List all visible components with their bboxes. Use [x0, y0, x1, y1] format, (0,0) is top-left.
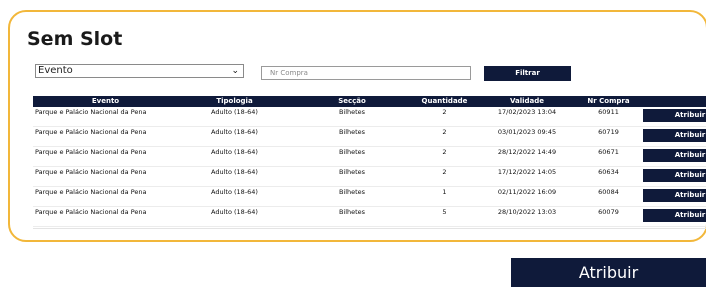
cell-action: Atribuir	[639, 126, 706, 147]
cell-tipologia: Adulto (18-64)	[178, 186, 291, 207]
cell-tipologia: Adulto (18-64)	[178, 146, 291, 167]
cell-seccao: Bilhetes	[291, 107, 413, 127]
cell-validade: 17/02/2023 13:04	[476, 107, 578, 127]
cell-evento: Parque e Palácio Nacional da Pena	[33, 186, 178, 207]
nr-compra-placeholder: Nr Compra	[270, 69, 308, 77]
cell-evento: Parque e Palácio Nacional da Pena	[33, 146, 178, 167]
cell-action: Atribuir	[639, 186, 706, 207]
atribuir-button[interactable]: Atribuir	[643, 149, 706, 162]
table-row: Parque e Palácio Nacional da Pena Adulto…	[33, 126, 706, 147]
atribuir-button[interactable]: Atribuir	[643, 209, 706, 222]
table-row: Parque e Palácio Nacional da Pena Adulto…	[33, 186, 706, 207]
col-header-tipologia: Tipologia	[178, 96, 291, 107]
col-header-evento: Evento	[33, 96, 178, 107]
cell-evento: Parque e Palácio Nacional da Pena	[33, 166, 178, 187]
atribuir-main-button[interactable]: Atribuir	[511, 258, 706, 287]
cell-evento: Parque e Palácio Nacional da Pena	[33, 107, 178, 127]
atribuir-button[interactable]: Atribuir	[643, 129, 706, 142]
col-header-seccao: Secção	[291, 96, 413, 107]
cell-quantidade: 2	[413, 166, 476, 187]
cell-validade: 03/01/2023 09:45	[476, 126, 578, 147]
cell-seccao: Bilhetes	[291, 186, 413, 207]
cell-seccao: Bilhetes	[291, 166, 413, 187]
cell-quantidade: 2	[413, 126, 476, 147]
cell-nr-compra: 60079	[578, 206, 639, 227]
col-header-action	[639, 96, 706, 107]
evento-select[interactable]: Evento ⌄	[35, 64, 244, 78]
cell-validade: 17/12/2022 14:05	[476, 166, 578, 187]
cell-action: Atribuir	[639, 146, 706, 167]
cell-evento: Parque e Palácio Nacional da Pena	[33, 206, 178, 227]
cell-action: Atribuir	[639, 166, 706, 187]
cell-tipologia: Adulto (18-64)	[178, 107, 291, 127]
card-divider	[33, 228, 706, 229]
cell-nr-compra: 60719	[578, 126, 639, 147]
cell-validade: 28/12/2022 14:49	[476, 146, 578, 167]
atribuir-button[interactable]: Atribuir	[643, 169, 706, 182]
cell-action: Atribuir	[639, 206, 706, 227]
table-row: Parque e Palácio Nacional da Pena Adulto…	[33, 166, 706, 187]
cell-validade: 02/11/2022 16:09	[476, 186, 578, 207]
cell-validade: 28/10/2022 13:03	[476, 206, 578, 227]
cell-seccao: Bilhetes	[291, 206, 413, 227]
cell-nr-compra: 60671	[578, 146, 639, 167]
page-title: Sem Slot	[27, 28, 123, 50]
cell-nr-compra: 60634	[578, 166, 639, 187]
col-header-validade: Validade	[476, 96, 578, 107]
table-row: Parque e Palácio Nacional da Pena Adulto…	[33, 146, 706, 167]
cell-seccao: Bilhetes	[291, 126, 413, 147]
cell-tipologia: Adulto (18-64)	[178, 206, 291, 227]
cell-quantidade: 1	[413, 186, 476, 207]
cell-tipologia: Adulto (18-64)	[178, 126, 291, 147]
cell-action: Atribuir	[639, 107, 706, 127]
nr-compra-input[interactable]: Nr Compra	[261, 66, 471, 80]
table-row: Parque e Palácio Nacional da Pena Adulto…	[33, 107, 706, 127]
atribuir-button[interactable]: Atribuir	[643, 109, 706, 122]
evento-select-value: Evento	[38, 65, 73, 76]
sem-slot-table: Evento Tipologia Secção Quantidade Valid…	[33, 96, 706, 227]
cell-quantidade: 2	[413, 146, 476, 167]
chevron-down-icon: ⌄	[231, 66, 239, 76]
atribuir-button[interactable]: Atribuir	[643, 189, 706, 202]
cell-evento: Parque e Palácio Nacional da Pena	[33, 126, 178, 147]
filter-button[interactable]: Filtrar	[484, 66, 571, 81]
cell-quantidade: 5	[413, 206, 476, 227]
cell-seccao: Bilhetes	[291, 146, 413, 167]
cell-tipologia: Adulto (18-64)	[178, 166, 291, 187]
col-header-nr-compra: Nr Compra	[578, 96, 639, 107]
table-header-row: Evento Tipologia Secção Quantidade Valid…	[33, 96, 706, 107]
cell-nr-compra: 60911	[578, 107, 639, 127]
cell-nr-compra: 60084	[578, 186, 639, 207]
col-header-quantidade: Quantidade	[413, 96, 476, 107]
cell-quantidade: 2	[413, 107, 476, 127]
table-row: Parque e Palácio Nacional da Pena Adulto…	[33, 206, 706, 227]
